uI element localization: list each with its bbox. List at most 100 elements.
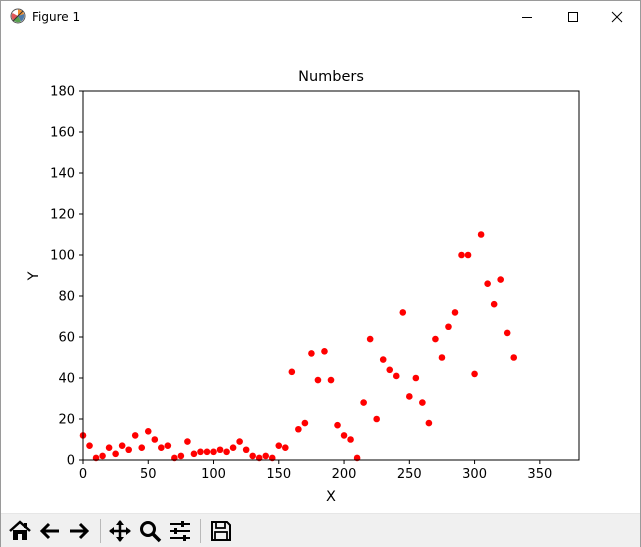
scatter-point <box>301 419 309 427</box>
y-tick-label: 180 <box>50 85 75 100</box>
y-tick-label: 80 <box>58 290 75 305</box>
scatter-point <box>477 231 485 238</box>
y-tick-label: 60 <box>58 331 75 346</box>
scatter-point <box>112 450 119 458</box>
scatter-point <box>236 438 243 445</box>
scatter-point <box>425 419 433 427</box>
x-tick-label: 150 <box>266 467 291 482</box>
scatter-point <box>406 393 413 400</box>
scatter-point <box>458 251 465 259</box>
scatter-point <box>347 436 354 443</box>
scatter-point <box>379 356 387 363</box>
scatter-point <box>490 300 498 308</box>
matplotlib-logo-icon <box>10 8 26 24</box>
x-tick-label: 300 <box>462 467 487 482</box>
scatter-point <box>295 425 302 433</box>
pan-button[interactable] <box>106 517 134 545</box>
scatter-point <box>438 354 446 361</box>
x-axis-label: X <box>326 489 336 505</box>
scatter-point <box>99 452 106 460</box>
toolbar-separator <box>100 519 101 543</box>
scatter-point <box>366 335 374 343</box>
zoom-button[interactable] <box>136 517 164 545</box>
x-tick-label: 200 <box>332 467 357 482</box>
home-icon <box>9 520 31 540</box>
scatter-point <box>105 444 113 452</box>
axes-frame <box>82 90 580 461</box>
scatter-point <box>242 446 250 454</box>
scatter-point <box>510 354 518 361</box>
scatter-point <box>262 452 270 460</box>
scatter-point <box>412 374 420 382</box>
scatter-point <box>138 444 146 452</box>
scatter-point <box>210 448 217 456</box>
y-tick-label: 20 <box>58 413 75 428</box>
scatter-point <box>118 442 126 449</box>
y-tick-label: 160 <box>50 126 75 141</box>
scatter-point <box>184 438 191 445</box>
figure-window: Figure 1 Numbers 0 50 100 150 200 250 300 350 0 2… <box>0 0 641 547</box>
forward-button[interactable] <box>65 517 93 545</box>
scatter-point <box>419 399 426 406</box>
sliders-icon <box>170 521 190 541</box>
scatter-chart[interactable]: Numbers 0 50 100 150 200 250 300 350 0 20 40 60 80 10… <box>1 33 640 513</box>
y-axis-label: Y <box>26 271 42 281</box>
maximize-button[interactable] <box>550 1 596 33</box>
scatter-point <box>216 446 224 454</box>
floppy-icon <box>211 521 231 541</box>
scatter-point <box>190 450 198 458</box>
scatter-point <box>373 415 380 423</box>
scatter-point <box>249 452 256 460</box>
scatter-point <box>432 335 439 343</box>
x-tick-label: 100 <box>201 467 226 482</box>
scatter-point <box>386 366 394 374</box>
scatter-point <box>158 444 165 452</box>
home-button[interactable] <box>6 517 34 545</box>
scatter-point <box>399 309 407 316</box>
scatter-point <box>177 452 185 460</box>
scatter-point <box>197 448 204 456</box>
y-tick-label: 40 <box>58 372 75 387</box>
magnifier-icon <box>140 521 162 543</box>
save-button[interactable] <box>207 517 235 545</box>
scatter-point <box>151 436 159 443</box>
arrow-left-icon <box>39 522 59 540</box>
configure-subplots-button[interactable] <box>166 517 194 545</box>
toolbar-separator <box>200 519 201 543</box>
scatter-point <box>451 309 459 316</box>
scatter-point <box>144 428 152 435</box>
minimize-icon <box>522 17 532 18</box>
x-tick-label: 0 <box>79 467 87 482</box>
scatter-point <box>86 442 93 449</box>
y-tick-label: 120 <box>50 208 75 223</box>
scatter-point <box>308 350 315 357</box>
navigation-toolbar <box>1 513 640 547</box>
scatter-point <box>203 448 211 456</box>
x-tick-label: 50 <box>140 467 157 482</box>
scatter-point <box>464 251 472 259</box>
close-button[interactable] <box>594 1 640 33</box>
scatter-point <box>275 442 283 449</box>
window-title: Figure 1 <box>32 10 81 24</box>
scatter-point <box>340 432 348 439</box>
scatter-point <box>314 376 322 384</box>
y-tick-label: 100 <box>50 249 75 264</box>
scatter-point <box>282 444 289 452</box>
scatter-point <box>484 280 491 287</box>
scatter-point <box>471 370 478 378</box>
scatter-point <box>360 399 367 406</box>
minimize-button[interactable] <box>504 1 550 33</box>
scatter-point <box>321 348 328 355</box>
scatter-point <box>445 323 452 331</box>
scatter-point <box>327 376 335 384</box>
scatter-point <box>392 372 400 380</box>
close-icon <box>611 11 623 23</box>
scatter-point <box>131 432 139 439</box>
x-tick-label: 250 <box>397 467 422 482</box>
title-bar[interactable]: Figure 1 <box>1 1 640 33</box>
y-tick-label: 0 <box>67 454 75 469</box>
chart-title: Numbers <box>298 69 364 85</box>
back-button[interactable] <box>36 517 64 545</box>
y-tick-label: 140 <box>50 167 75 182</box>
figure-canvas[interactable]: Numbers 0 50 100 150 200 250 300 350 0 20 40 60 80 10… <box>1 33 640 513</box>
